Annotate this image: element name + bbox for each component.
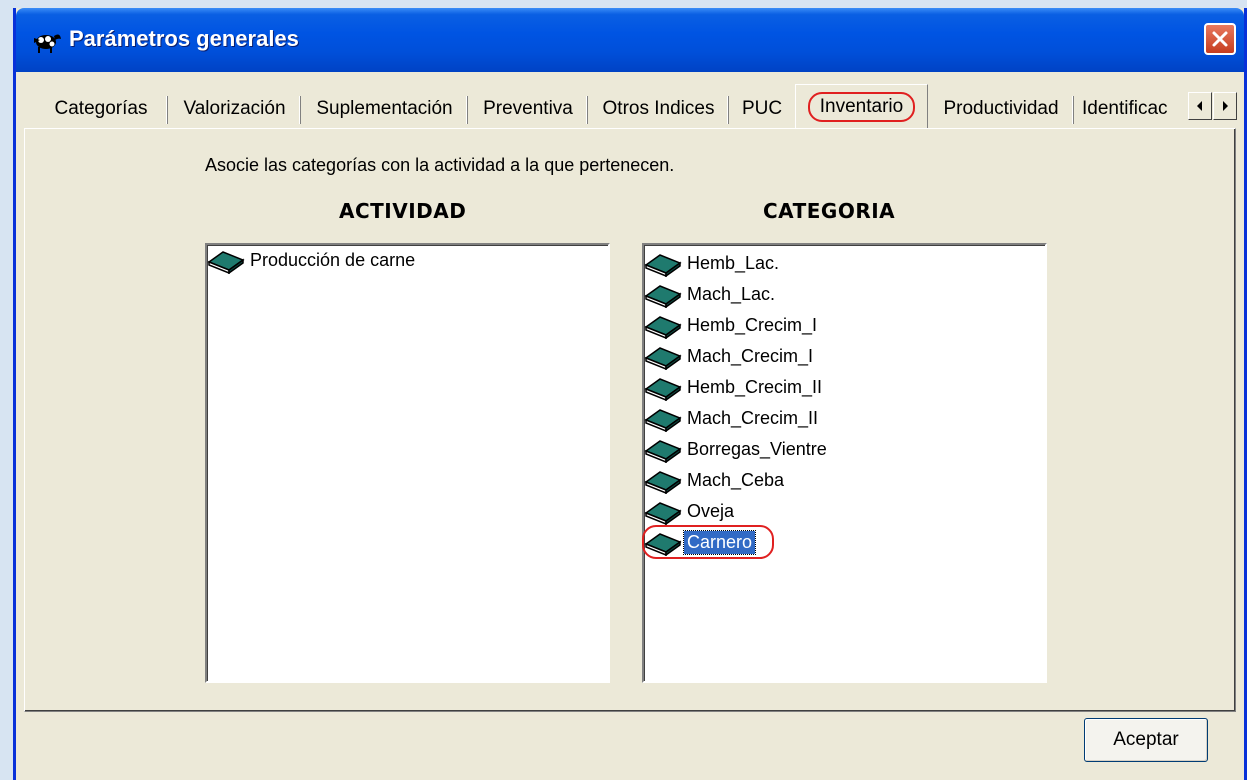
categoria-label: Mach_Lac. bbox=[687, 284, 776, 304]
tab-strip: Categorías Valorización Suplementación P… bbox=[16, 80, 1244, 130]
tab-puc[interactable]: PUC bbox=[729, 90, 795, 128]
actividad-list[interactable]: Producción de carne bbox=[205, 243, 610, 683]
tab-scroll-right-button[interactable] bbox=[1213, 92, 1237, 120]
book-icon bbox=[644, 377, 682, 401]
actividad-label: Producción de carne bbox=[250, 250, 416, 270]
book-icon bbox=[207, 250, 245, 274]
book-icon bbox=[644, 408, 682, 432]
categoria-label: Oveja bbox=[687, 501, 735, 521]
list-item[interactable]: Hemb_Crecim_II bbox=[644, 372, 1045, 403]
actividad-heading: ACTIVIDAD bbox=[339, 199, 467, 223]
list-item[interactable]: Producción de carne bbox=[207, 245, 608, 276]
tab-productividad[interactable]: Productividad bbox=[928, 90, 1074, 128]
list-item[interactable]: Borregas_Vientre bbox=[644, 434, 1045, 465]
arrow-right-icon bbox=[1223, 101, 1228, 111]
categoria-label: Hemb_Lac. bbox=[687, 253, 780, 273]
tab-scroll-left-button[interactable] bbox=[1188, 92, 1212, 120]
close-button[interactable] bbox=[1204, 23, 1236, 55]
categoria-label: Mach_Crecim_II bbox=[687, 408, 819, 428]
tab-label: PUC bbox=[741, 98, 783, 119]
tab-inventario[interactable]: Inventario bbox=[795, 84, 928, 128]
tab-scroll-control bbox=[1188, 92, 1238, 122]
categoria-list[interactable]: Hemb_Lac. Mach_Lac. Hemb_Crecim_I Mach_C… bbox=[642, 243, 1047, 683]
categoria-heading: CATEGORIA bbox=[763, 199, 896, 223]
book-icon bbox=[644, 501, 682, 525]
categoria-label: Borregas_Vientre bbox=[687, 439, 827, 459]
categoria-label: Mach_Ceba bbox=[687, 470, 785, 490]
dialog-window: Parámetros generales Categorías Valoriza… bbox=[13, 8, 1247, 780]
ram-icon bbox=[34, 34, 61, 53]
tab-categorias[interactable]: Categorías bbox=[34, 90, 168, 128]
inventario-panel: Asocie las categorías con la actividad a… bbox=[24, 128, 1236, 712]
list-item-selected[interactable]: Carnero bbox=[642, 525, 1045, 559]
tab-otros-indices[interactable]: Otros Indices bbox=[588, 90, 729, 128]
book-icon bbox=[644, 315, 682, 339]
tab-label: Suplementación bbox=[316, 98, 453, 119]
book-icon bbox=[644, 532, 682, 556]
tab-label: Productividad bbox=[943, 98, 1059, 119]
arrow-left-icon bbox=[1197, 101, 1202, 111]
title-bar[interactable]: Parámetros generales bbox=[16, 8, 1244, 72]
book-icon bbox=[644, 439, 682, 463]
list-item[interactable]: Mach_Crecim_I bbox=[644, 341, 1045, 372]
list-item[interactable]: Mach_Crecim_II bbox=[644, 403, 1045, 434]
tab-identificacion[interactable]: Identificac bbox=[1074, 90, 1178, 128]
tab-label: Preventiva bbox=[483, 98, 573, 119]
tab-label: Identificac bbox=[1082, 98, 1168, 119]
list-item[interactable]: Oveja bbox=[644, 496, 1045, 527]
book-icon bbox=[644, 253, 682, 277]
tab-label: Categorías bbox=[54, 98, 148, 119]
tab-label: Valorización bbox=[183, 98, 286, 119]
close-icon bbox=[1212, 31, 1228, 47]
categoria-label: Carnero bbox=[682, 530, 757, 555]
accept-button[interactable]: Aceptar bbox=[1084, 718, 1208, 762]
book-icon bbox=[644, 284, 682, 308]
categoria-label: Hemb_Crecim_II bbox=[687, 377, 823, 397]
tab-label: Otros Indices bbox=[602, 98, 715, 119]
window-title: Parámetros generales bbox=[69, 26, 299, 51]
list-item[interactable]: Mach_Lac. bbox=[644, 279, 1045, 310]
list-item[interactable]: Mach_Ceba bbox=[644, 465, 1045, 496]
list-item[interactable]: Hemb_Crecim_I bbox=[644, 310, 1045, 341]
categoria-label: Hemb_Crecim_I bbox=[687, 315, 818, 335]
list-item[interactable]: Hemb_Lac. bbox=[644, 248, 1045, 279]
instruction-text: Asocie las categorías con la actividad a… bbox=[205, 155, 675, 175]
tab-suplementacion[interactable]: Suplementación bbox=[301, 90, 468, 128]
tab-valorizacion[interactable]: Valorización bbox=[168, 90, 301, 128]
categoria-label: Mach_Crecim_I bbox=[687, 346, 814, 366]
book-icon bbox=[644, 470, 682, 494]
book-icon bbox=[644, 346, 682, 370]
tab-label: Inventario bbox=[807, 91, 916, 122]
tab-preventiva[interactable]: Preventiva bbox=[468, 90, 588, 128]
